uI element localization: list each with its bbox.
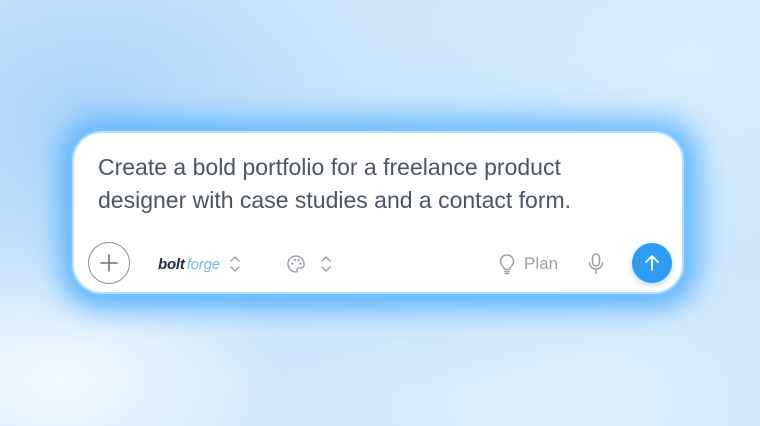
send-button[interactable] bbox=[632, 243, 672, 283]
microphone-button[interactable] bbox=[584, 250, 608, 278]
brand-logo: bolt forge bbox=[158, 256, 220, 273]
microphone-icon bbox=[588, 253, 604, 275]
brand-name-light: forge bbox=[186, 255, 220, 273]
chevron-up-down-icon bbox=[229, 253, 241, 275]
brand-name-bold: bolt bbox=[158, 255, 185, 273]
plus-icon bbox=[100, 254, 118, 272]
arrow-up-icon bbox=[645, 255, 659, 271]
chevron-up-down-icon bbox=[320, 253, 332, 275]
plan-toggle[interactable]: Plan bbox=[498, 250, 558, 278]
plan-label: Plan bbox=[524, 254, 559, 273]
theme-selector[interactable] bbox=[286, 250, 332, 278]
lightbulb-icon bbox=[499, 254, 515, 275]
prompt-input[interactable]: Create a bold portfolio for a freelance … bbox=[98, 151, 658, 217]
attach-button[interactable] bbox=[88, 242, 130, 284]
prompt-box[interactable]: Create a bold portfolio for a freelance … bbox=[72, 131, 684, 294]
palette-icon bbox=[287, 255, 305, 273]
model-selector[interactable]: bolt forge bbox=[158, 250, 241, 278]
